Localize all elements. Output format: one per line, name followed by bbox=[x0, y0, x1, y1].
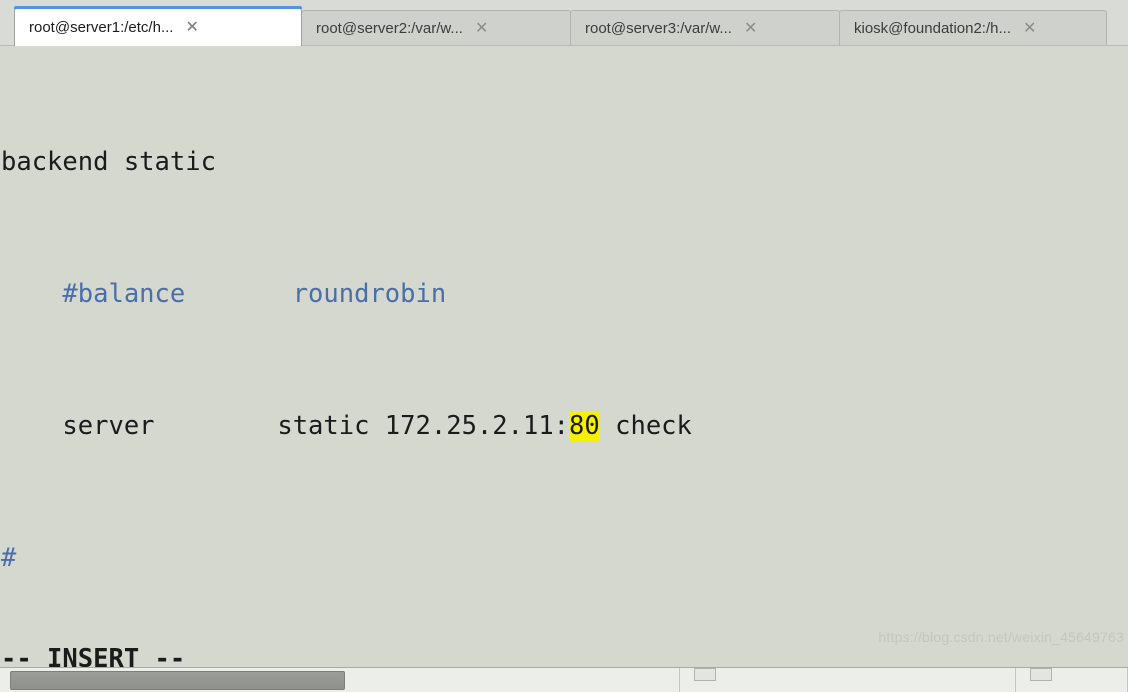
tab-kiosk-foundation2[interactable]: kiosk@foundation2:/h... ✕ bbox=[839, 10, 1107, 46]
code-line: # bbox=[1, 542, 1128, 575]
tab-label: root@server1:/etc/h... bbox=[29, 19, 174, 36]
tab-label: kiosk@foundation2:/h... bbox=[854, 20, 1011, 37]
vim-buffer[interactable]: backend static #balance roundrobin serve… bbox=[0, 46, 1128, 667]
terminal-screen[interactable]: backend static #balance roundrobin serve… bbox=[0, 46, 1128, 667]
line-text: check bbox=[599, 411, 692, 441]
vim-mode-indicator: -- INSERT -- bbox=[1, 644, 186, 667]
close-icon[interactable]: ✕ bbox=[744, 20, 757, 37]
taskbar-segment bbox=[351, 668, 681, 692]
line-text: backend static bbox=[1, 147, 216, 177]
close-icon[interactable]: ✕ bbox=[1023, 20, 1036, 37]
close-icon[interactable]: ✕ bbox=[185, 19, 198, 36]
taskbar-window-button[interactable] bbox=[10, 670, 346, 690]
tab-root-server1[interactable]: root@server1:/etc/h... ✕ bbox=[14, 6, 302, 46]
code-line: backend static bbox=[1, 146, 1128, 179]
code-line: #balance roundrobin bbox=[1, 278, 1128, 311]
taskbar-segment bbox=[680, 668, 1017, 692]
line-comment: # bbox=[1, 543, 17, 573]
line-text: server static 172.25.2.11: bbox=[1, 411, 570, 441]
window-icon[interactable] bbox=[1030, 668, 1053, 681]
line-comment: #balance roundrobin bbox=[1, 279, 447, 309]
desktop-taskbar[interactable] bbox=[0, 667, 1128, 692]
taskbar-segment bbox=[1016, 668, 1128, 692]
terminal-tab-bar: root@server1:/etc/h... ✕ root@server2:/v… bbox=[0, 0, 1128, 46]
close-icon[interactable]: ✕ bbox=[475, 20, 488, 37]
tab-label: root@server2:/var/w... bbox=[316, 20, 463, 37]
search-match: 80 bbox=[569, 411, 600, 441]
window-icon[interactable] bbox=[694, 668, 717, 681]
watermark: https://blog.csdn.net/weixin_45649763 bbox=[878, 629, 1124, 645]
code-line: server static 172.25.2.11:80 check bbox=[1, 410, 1128, 443]
tab-root-server2[interactable]: root@server2:/var/w... ✕ bbox=[301, 10, 571, 46]
tab-root-server3[interactable]: root@server3:/var/w... ✕ bbox=[570, 10, 840, 46]
tab-label: root@server3:/var/w... bbox=[585, 20, 732, 37]
